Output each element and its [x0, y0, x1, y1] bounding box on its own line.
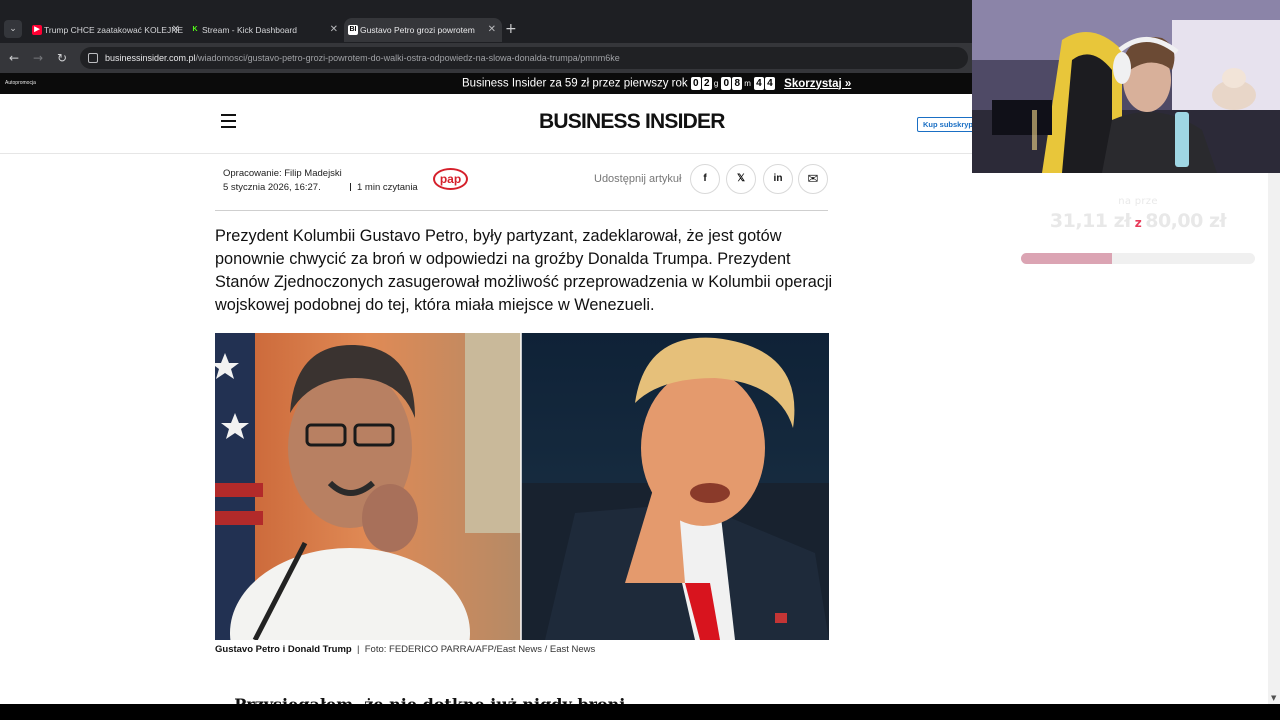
- donation-goal-amount: 80,00 zł: [1145, 210, 1227, 232]
- caption-title: Gustavo Petro i Donald Trump: [215, 644, 352, 655]
- url-field[interactable]: businessinsider.com.pl/wiadomosci/gustav…: [80, 47, 968, 69]
- address-bar: ← → ↻ businessinsider.com.pl/wiadomosci/…: [0, 43, 972, 73]
- countdown-digit: 0: [721, 77, 732, 90]
- countdown-unit: g: [713, 79, 719, 88]
- countdown-digit: 8: [732, 77, 743, 90]
- donation-current: 31,11 zł: [1049, 210, 1131, 232]
- browser-tab-active[interactable]: BI Gustavo Petro grozi powrotem ✕: [344, 18, 502, 42]
- browser-tab[interactable]: ▶ Trump CHCE zaatakować KOLEJNE ✕: [28, 18, 186, 42]
- scrollbar[interactable]: [1268, 94, 1280, 704]
- caption-credit: Foto: FEDERICO PARRA/AFP/East News / Eas…: [364, 644, 596, 655]
- scroll-down-icon[interactable]: ▼: [1271, 694, 1276, 702]
- browser-tab[interactable]: K Stream - Kick Dashboard ✕: [186, 18, 344, 42]
- countdown: 02g08m44: [690, 77, 776, 90]
- caption-separator: |: [357, 644, 360, 655]
- countdown-digit: 2: [701, 77, 712, 90]
- menu-icon[interactable]: [221, 114, 236, 128]
- webcam-overlay: [972, 0, 1280, 173]
- countdown-digit: 0: [690, 77, 701, 90]
- reload-icon[interactable]: ↻: [57, 50, 67, 66]
- tab-title: Gustavo Petro grozi powrotem: [360, 25, 475, 35]
- close-icon[interactable]: ✕: [172, 18, 180, 42]
- promo-bar: Autopromocja Business Insider za 59 zł p…: [0, 73, 972, 94]
- subscribe-button[interactable]: Kup subskrypcję: [917, 117, 977, 132]
- share-label: Udostępnij artykuł: [594, 173, 682, 185]
- close-icon[interactable]: ✕: [330, 18, 338, 42]
- countdown-digit: 4: [753, 77, 764, 90]
- next-paragraph: „Przysięgałem, że nie dotknę już nigdy b…: [225, 695, 642, 704]
- kick-icon: K: [192, 26, 198, 33]
- article-photo: [215, 333, 829, 640]
- countdown-unit: m: [744, 79, 751, 88]
- article-lead: Prezydent Kolumbii Gustavo Petro, były p…: [215, 227, 833, 314]
- promo-cta-link[interactable]: Skorzystaj »: [784, 78, 851, 90]
- bottom-strip: [0, 704, 1280, 720]
- article-page: BUSINESS INSIDER Kup subskrypcję Opracow…: [0, 94, 1268, 704]
- tab-title: Trump CHCE zaatakować KOLEJNE: [44, 25, 184, 35]
- promo-text: Business Insider za 59 zł przez pierwszy…: [462, 77, 688, 90]
- pap-logo: pap: [433, 168, 468, 190]
- site-logo[interactable]: BUSINESS INSIDER: [539, 110, 725, 134]
- donation-goal: na prze 31,11 zł z 80,00 zł: [1020, 196, 1256, 232]
- site-info-icon[interactable]: [88, 53, 98, 63]
- publish-date: 5 stycznia 2026, 16:27.: [223, 182, 321, 193]
- url-text[interactable]: businessinsider.com.pl/wiadomosci/gustav…: [105, 47, 620, 69]
- x-share-button[interactable]: 𝕏: [726, 164, 756, 194]
- read-time: 1 min czytania: [350, 182, 418, 193]
- promo-tag: Autopromocja: [5, 80, 36, 86]
- close-icon[interactable]: ✕: [488, 18, 496, 42]
- divider: [215, 210, 828, 211]
- youtube-icon: ▶: [32, 25, 42, 35]
- donation-label: na prze: [1118, 196, 1158, 207]
- photo-caption: Gustavo Petro i Donald Trump | Foto: FED…: [215, 644, 595, 655]
- countdown-digit: 4: [764, 77, 775, 90]
- linkedin-share-button[interactable]: in: [763, 164, 793, 194]
- facebook-share-button[interactable]: f: [690, 164, 720, 194]
- new-tab-button[interactable]: +: [505, 20, 517, 38]
- donation-progress-fill: [1021, 253, 1113, 264]
- author-line: Opracowanie: Filip Madejski: [223, 168, 342, 179]
- promo-content: Business Insider za 59 zł przez pierwszy…: [462, 73, 851, 95]
- tab-title: Stream - Kick Dashboard: [202, 25, 297, 35]
- browser-tab-bar: ⌄ ▶ Trump CHCE zaatakować KOLEJNE ✕ K St…: [0, 0, 972, 43]
- email-share-button[interactable]: ✉: [798, 164, 828, 194]
- donation-progress-bar: [1021, 253, 1255, 264]
- donation-separator: z: [1134, 216, 1142, 230]
- forward-icon[interactable]: →: [33, 50, 43, 66]
- donation-amount: 31,11 zł z 80,00 zł: [1020, 210, 1256, 232]
- bi-icon: BI: [348, 25, 358, 35]
- back-icon[interactable]: ←: [9, 50, 19, 66]
- tab-search-button[interactable]: ⌄: [4, 20, 22, 38]
